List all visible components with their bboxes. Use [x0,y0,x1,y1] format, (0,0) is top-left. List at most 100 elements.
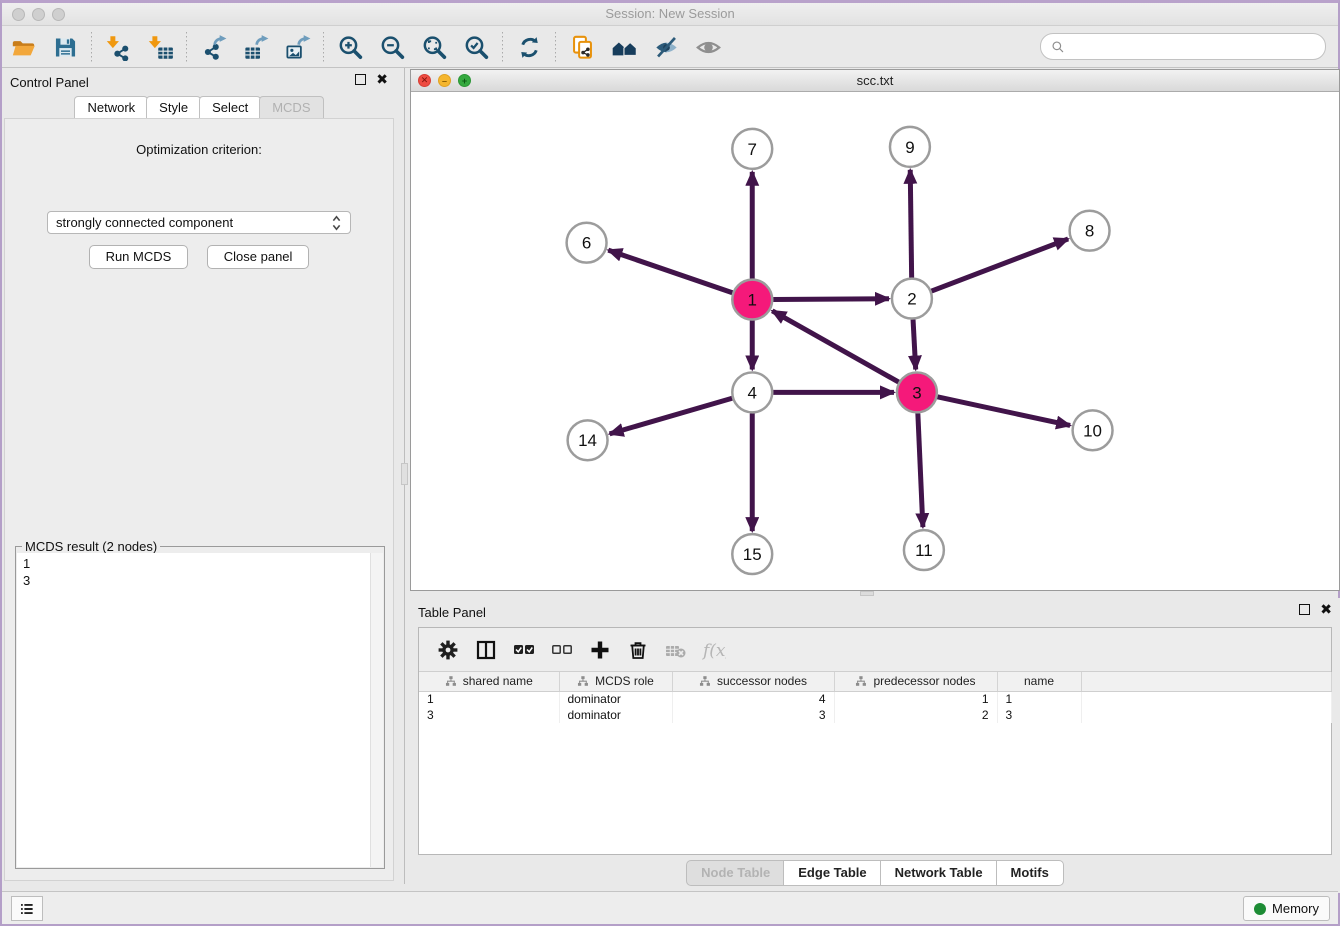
zoom-fit-button[interactable] [416,30,452,64]
fx-icon: f(x) [702,638,726,662]
zoom-selected-icon [463,34,490,61]
network-graph[interactable]: 1 2 3 4 6 7 8 9 10 11 14 15 [411,92,1339,590]
edge-1-2[interactable] [773,299,889,300]
control-panel-title: Control Panel [10,75,89,90]
column-header-successor-nodes[interactable]: successor nodes [672,672,834,691]
table-cell[interactable]: dominator [559,691,672,707]
tab-edge-table[interactable]: Edge Table [783,860,881,886]
close-table-panel-icon[interactable]: ✖ [1320,604,1332,615]
close-panel-button[interactable]: Close panel [207,245,310,269]
tab-node-table[interactable]: Node Table [686,860,785,886]
function-builder-button: f(x) [697,634,731,666]
memory-label: Memory [1272,901,1319,916]
annotation-button[interactable] [564,30,600,64]
splitter-grip[interactable] [401,463,408,485]
column-header-MCDS-role[interactable]: MCDS role [559,672,672,691]
table-cell[interactable]: dominator [559,707,672,723]
status-bar: Memory [2,891,1338,924]
graph-node-4[interactable]: 4 [732,372,772,412]
graph-node-2[interactable]: 2 [892,279,932,319]
vertical-splitter[interactable] [400,68,409,884]
tree-icon [445,675,457,687]
delete-column-button[interactable] [621,634,655,666]
run-mcds-button[interactable]: Run MCDS [89,245,189,269]
search-box[interactable] [1040,33,1326,60]
float-panel-icon[interactable] [355,74,366,85]
export-network-button[interactable] [195,30,231,64]
search-input[interactable] [1071,39,1315,54]
edge-2-8[interactable] [932,239,1069,291]
table-cell[interactable]: 3 [419,707,559,723]
tab-network-table[interactable]: Network Table [880,860,998,886]
edge-2-9[interactable] [910,170,911,278]
network-canvas[interactable]: 1 2 3 4 6 7 8 9 10 11 14 15 [411,92,1339,590]
edge-4-14[interactable] [610,398,733,434]
table-panel: Table Panel ✖ f(x) shared nameMCDS roles… [410,598,1340,893]
edge-3-11[interactable] [918,413,923,527]
column-label: predecessor nodes [873,674,975,688]
table-cell[interactable]: 2 [834,707,997,723]
hide-selected-button[interactable] [648,30,684,64]
deselect-all-rows-button[interactable] [545,634,579,666]
edge-3-1[interactable] [772,311,898,382]
select-all-rows-button[interactable] [507,634,541,666]
import-network-button[interactable] [100,30,136,64]
table-settings-button[interactable] [431,634,465,666]
network-window-titlebar[interactable]: ✕ – + scc.txt [411,70,1339,92]
table-cell[interactable]: 4 [672,691,834,707]
table-cell[interactable] [1081,707,1331,723]
table-row[interactable]: 1dominator411 [419,691,1331,707]
tab-motifs[interactable]: Motifs [996,860,1064,886]
open-folder-icon [10,34,37,61]
graph-node-3[interactable]: 3 [897,372,937,412]
table-cell[interactable] [1081,691,1331,707]
table-cell[interactable]: 3 [997,707,1081,723]
table-row[interactable]: 3dominator323 [419,707,1331,723]
toolbar-separator [502,32,503,62]
zoom-out-button[interactable] [374,30,410,64]
edge-2-3[interactable] [913,320,916,370]
result-scrollbar[interactable] [370,553,383,867]
show-all-button[interactable] [690,30,726,64]
graph-node-11[interactable]: 11 [904,530,944,570]
table-cell[interactable]: 1 [997,691,1081,707]
tab-network[interactable]: Network [74,96,148,119]
column-header-name[interactable]: name [997,672,1081,691]
table-cell[interactable]: 1 [834,691,997,707]
table-cell[interactable]: 1 [419,691,559,707]
export-image-button[interactable] [279,30,315,64]
tab-style[interactable]: Style [146,96,201,119]
tab-mcds[interactable]: MCDS [259,96,323,119]
column-header-shared-name[interactable]: shared name [419,672,559,691]
show-column-panel-button[interactable] [469,634,503,666]
table-cell[interactable]: 3 [672,707,834,723]
save-session-button[interactable] [47,30,83,64]
zoom-selected-button[interactable] [458,30,494,64]
graph-node-15[interactable]: 15 [732,534,772,574]
graph-node-14[interactable]: 14 [568,420,608,460]
export-table-button[interactable] [237,30,273,64]
zoom-in-button[interactable] [332,30,368,64]
horizontal-splitter-grip[interactable] [860,591,874,596]
task-history-button[interactable] [11,896,43,921]
graph-node-6[interactable]: 6 [567,223,607,263]
graph-node-9[interactable]: 9 [890,127,930,167]
memory-button[interactable]: Memory [1243,896,1330,921]
open-file-button[interactable] [5,30,41,64]
float-table-panel-icon[interactable] [1299,604,1310,615]
graph-node-7[interactable]: 7 [732,129,772,169]
create-column-button[interactable] [583,634,617,666]
tab-select[interactable]: Select [199,96,261,119]
criterion-dropdown[interactable]: strongly connected component [47,211,351,234]
apply-layout-button[interactable] [511,30,547,64]
edge-1-6[interactable] [608,250,732,293]
column-header-predecessor-nodes[interactable]: predecessor nodes [834,672,997,691]
mcds-result-text[interactable]: 13 [17,553,370,867]
first-neighbors-button[interactable] [606,30,642,64]
graph-node-8[interactable]: 8 [1070,211,1110,251]
graph-node-10[interactable]: 10 [1073,410,1113,450]
edge-3-10[interactable] [937,397,1070,426]
import-table-button[interactable] [142,30,178,64]
close-panel-icon[interactable]: ✖ [376,74,388,85]
graph-node-1[interactable]: 1 [732,280,772,320]
